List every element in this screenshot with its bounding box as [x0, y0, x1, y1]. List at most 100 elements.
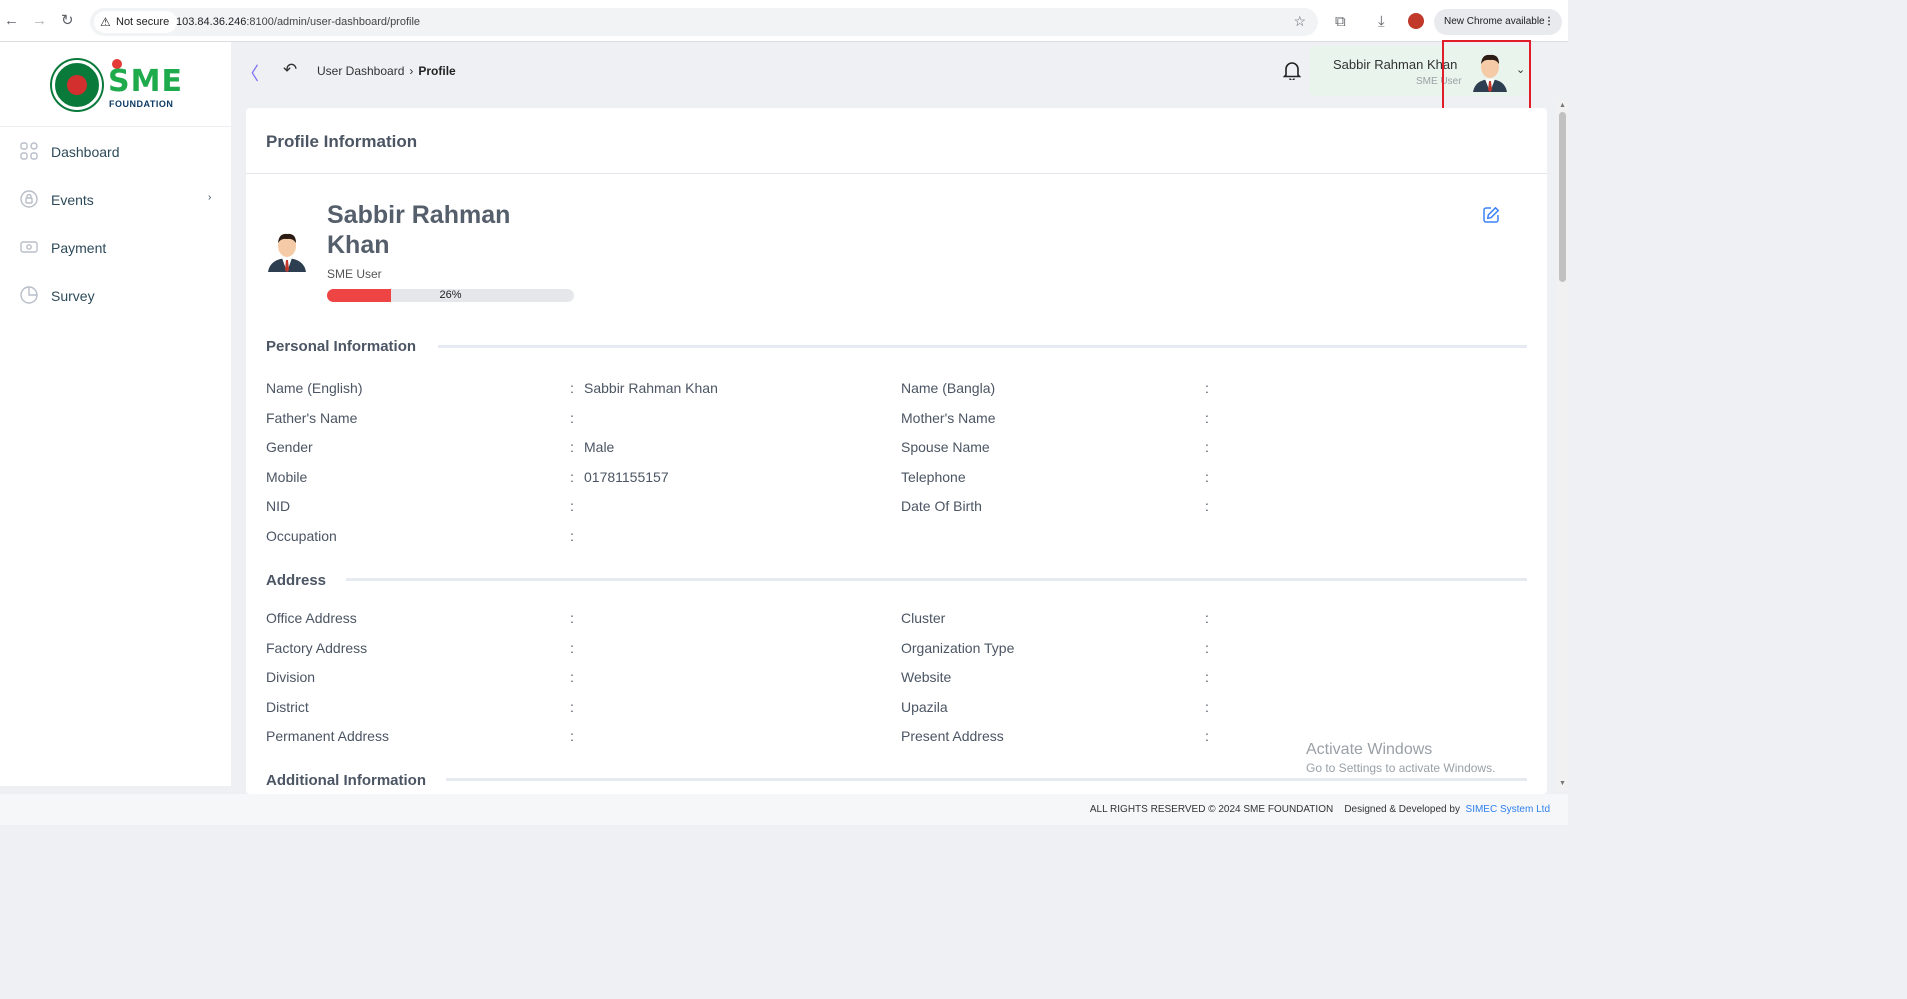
sidebar-item-payment[interactable]: Payment [0, 228, 231, 268]
new-chrome-button[interactable]: New Chrome available ⋮ [1434, 9, 1562, 35]
field-label: Mother's Name [901, 410, 996, 426]
watermark-title: Activate Windows [1306, 741, 1433, 758]
reload-icon[interactable]: ↻ [61, 12, 74, 30]
scroll-thumb[interactable] [1559, 112, 1566, 282]
field-label: District [266, 699, 309, 715]
info-row: Mobile:01781155157 Telephone: [246, 466, 1547, 488]
field-colon: : [1205, 669, 1209, 685]
address-bar[interactable]: ⚠ Not secure 103.84.36.246:8100/admin/us… [90, 8, 1318, 36]
field-label: Factory Address [266, 640, 368, 656]
footer-text: ALL RIGHTS RESERVED © 2024 SME FOUNDATIO… [1090, 804, 1550, 815]
field-colon: : [570, 498, 574, 514]
field-colon: : [570, 380, 574, 396]
edit-icon[interactable] [1482, 206, 1500, 229]
section-divider [446, 778, 1527, 781]
section-title-address: Address [266, 572, 327, 589]
cash-icon [20, 238, 38, 256]
field-label: Father's Name [266, 410, 358, 426]
field-colon: : [1205, 439, 1209, 455]
breadcrumb-separator-icon: › [409, 64, 414, 78]
security-chip[interactable]: ⚠ Not secure [94, 11, 178, 33]
extensions-icon[interactable]: ⧉ [1335, 13, 1346, 30]
sidebar-item-dashboard[interactable]: Dashboard [0, 132, 231, 172]
info-row: Gender: Male Spouse Name: [246, 436, 1547, 458]
field-label: Present Address [901, 728, 1004, 744]
collapse-sidebar-icon[interactable]: 〈 [241, 60, 259, 86]
bookmark-star-icon[interactable]: ☆ [1293, 13, 1306, 30]
chevron-right-icon: › [208, 192, 212, 203]
field-colon: : [570, 669, 574, 685]
profile-role: SME User [327, 267, 382, 281]
field-colon: : [570, 439, 574, 455]
lock-icon [20, 190, 38, 208]
field-colon: : [1205, 410, 1209, 426]
breadcrumb-current: Profile [418, 64, 456, 78]
url-path: :8100/admin/user-dashboard/profile [246, 16, 421, 28]
warning-icon: ⚠ [100, 15, 111, 29]
user-name: Sabbir Rahman Khan [1333, 57, 1458, 72]
profile-name: Sabbir Rahman Khan [327, 200, 547, 260]
new-chrome-label: New Chrome available [1444, 16, 1545, 27]
kebab-menu-icon[interactable]: ⋮ [1544, 9, 1554, 35]
url-text[interactable]: 103.84.36.246:8100/admin/user-dashboard/… [176, 8, 420, 36]
footer-rights: ALL RIGHTS RESERVED © 2024 SME FOUNDATIO… [1089, 804, 1334, 815]
sidebar: SME FOUNDATION Dashboard Events › Paymen… [0, 42, 231, 786]
footer-company-link[interactable]: SIMEC System Ltd [1466, 804, 1550, 815]
scroll-up-icon[interactable]: ▲ [1559, 102, 1566, 109]
field-label: Name (English) [266, 380, 363, 396]
field-label: NID [266, 498, 291, 514]
emblem-icon [52, 60, 102, 110]
sidebar-divider [0, 126, 231, 127]
profile-avatar-icon[interactable] [1408, 13, 1424, 29]
back-arrow-icon[interactable]: ← [4, 12, 19, 30]
security-label: Not secure [116, 16, 170, 28]
field-label: Organization Type [901, 640, 1015, 656]
profile-avatar-icon [266, 230, 308, 272]
section-title-personal: Personal Information [266, 338, 417, 355]
scroll-down-icon[interactable]: ▼ [1559, 780, 1566, 787]
field-label: Occupation [266, 528, 337, 544]
back-icon[interactable]: ↶ [283, 60, 297, 80]
field-label: Website [901, 669, 952, 685]
field-label: Office Address [266, 610, 357, 626]
breadcrumb: User Dashboard › Profile [317, 64, 456, 78]
forward-arrow-icon[interactable]: → [32, 12, 47, 30]
footer: ALL RIGHTS RESERVED © 2024 SME FOUNDATIO… [0, 794, 1568, 825]
sidebar-item-label: Events [51, 192, 94, 208]
profile-name-line1: Sabbir Rahman [327, 201, 511, 229]
field-colon: : [1205, 728, 1209, 744]
info-row: NID: Date Of Birth: [246, 495, 1547, 517]
grid-icon [20, 142, 38, 160]
info-row: Factory Address: Organization Type: [246, 637, 1547, 659]
field-colon: : [570, 469, 574, 485]
logo[interactable]: SME FOUNDATION [52, 57, 182, 113]
info-row: Name (English): Sabbir Rahman Khan Name (… [246, 377, 1547, 399]
logo-subtitle: FOUNDATION [109, 99, 174, 109]
info-row: Occupation: [246, 525, 1547, 547]
sidebar-item-label: Payment [51, 240, 107, 256]
field-colon: : [570, 728, 574, 744]
download-icon[interactable]: ⤓ [1378, 13, 1385, 30]
sidebar-item-label: Dashboard [51, 144, 120, 160]
breadcrumb-user-dashboard[interactable]: User Dashboard [317, 64, 404, 78]
field-colon: : [570, 528, 574, 544]
section-title-additional: Additional Information [266, 772, 426, 789]
pie-icon [20, 286, 38, 304]
field-colon: : [1205, 699, 1209, 715]
sidebar-item-label: Survey [51, 288, 95, 304]
field-colon: : [1205, 498, 1209, 514]
page-scrollbar[interactable]: ▲ ▼ [1557, 100, 1568, 790]
sidebar-item-survey[interactable]: Survey [0, 276, 231, 316]
highlight-box [1442, 40, 1531, 118]
field-colon: : [570, 640, 574, 656]
sidebar-item-events[interactable]: Events › [0, 180, 231, 220]
profile-panel: Profile Information Sabbir Rahman Khan S… [246, 108, 1547, 794]
field-value: 01781155157 [584, 469, 669, 485]
progress-label: 26% [439, 289, 462, 301]
notification-bell-icon[interactable] [1282, 60, 1302, 85]
field-colon: : [570, 699, 574, 715]
field-label: Spouse Name [901, 439, 990, 455]
field-label: Division [266, 669, 316, 685]
field-value: Sabbir Rahman Khan [584, 380, 718, 396]
footer-designed: Designed & Developed by [1344, 804, 1460, 815]
